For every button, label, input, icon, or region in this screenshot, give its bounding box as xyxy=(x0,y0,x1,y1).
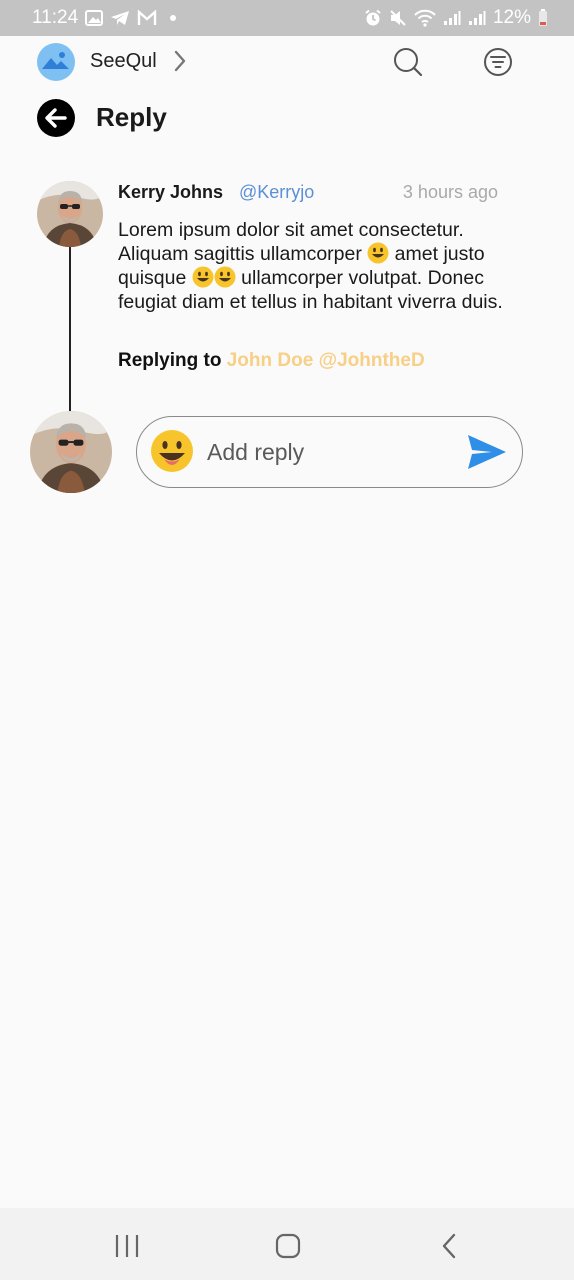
filter-icon[interactable] xyxy=(482,46,514,78)
search-icon[interactable] xyxy=(392,46,424,78)
replying-to: Replying to John Doe @JohntheD xyxy=(118,350,425,372)
replying-to-target[interactable]: John Doe @JohntheD xyxy=(227,350,425,371)
arrow-left-icon[interactable] xyxy=(37,99,75,137)
image-logo-icon[interactable] xyxy=(36,42,76,82)
comment-author[interactable]: Kerry Johns xyxy=(118,182,223,203)
reply-input[interactable] xyxy=(207,433,447,471)
mute-icon xyxy=(389,9,407,27)
status-time: 11:24 xyxy=(32,7,79,28)
battery-icon xyxy=(538,9,548,27)
thread-connector xyxy=(69,242,71,414)
smiley-emoji-icon[interactable] xyxy=(149,428,195,474)
alarm-icon xyxy=(364,9,382,27)
replying-to-label: Replying to xyxy=(118,350,222,371)
app-bar: SeeQul xyxy=(0,36,574,88)
gmail-icon xyxy=(137,10,157,26)
avatar[interactable] xyxy=(37,181,103,247)
dot-icon xyxy=(170,15,177,21)
chevron-right-icon[interactable] xyxy=(173,50,187,77)
status-bar: 11:24 12% xyxy=(0,0,574,36)
smiley-emoji-icon xyxy=(192,266,214,288)
smiley-emoji-icon xyxy=(214,266,236,288)
wifi-icon xyxy=(414,9,436,27)
comment-handle[interactable]: @Kerryjo xyxy=(239,182,314,203)
reply-screen: 11:24 12% SeeQul Reply Kerry Johns @Kerr… xyxy=(0,0,574,1280)
back-icon[interactable] xyxy=(436,1232,464,1260)
send-icon[interactable] xyxy=(466,433,508,471)
signal-icon xyxy=(443,10,461,26)
reply-composer xyxy=(136,416,523,488)
comment-timestamp: 3 hours ago xyxy=(402,182,498,202)
gallery-icon xyxy=(85,10,104,26)
battery-percent: 12% xyxy=(492,7,531,28)
recent-apps-icon[interactable] xyxy=(113,1232,141,1260)
comment-body: Lorem ipsum dolor sit amet consectetur. … xyxy=(118,218,518,314)
smiley-emoji-icon xyxy=(367,242,389,264)
signal-icon xyxy=(468,10,486,26)
page-title: Reply xyxy=(96,102,167,132)
system-nav-bar xyxy=(0,1208,574,1280)
home-icon[interactable] xyxy=(274,1232,302,1260)
telegram-icon xyxy=(110,10,130,26)
app-name[interactable]: SeeQul xyxy=(90,50,157,73)
avatar[interactable] xyxy=(30,411,112,493)
